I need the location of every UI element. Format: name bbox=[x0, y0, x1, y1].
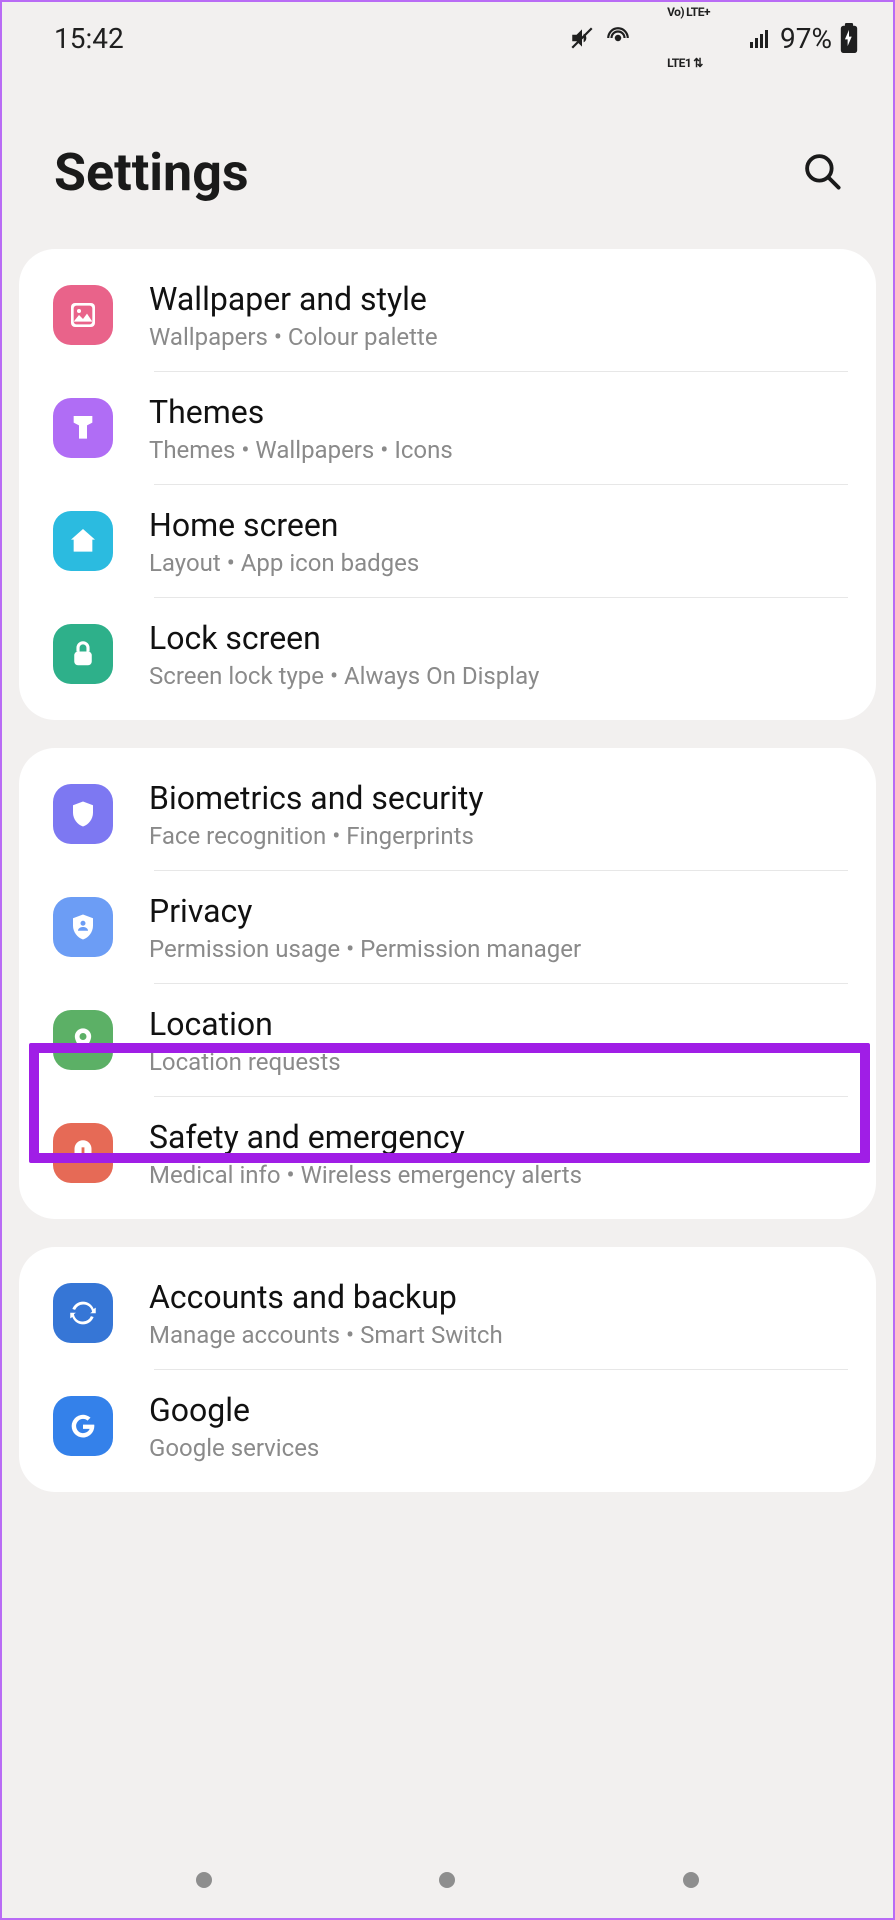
settings-item-wallpaper[interactable]: Wallpaper and style Wallpapers • Colour … bbox=[19, 259, 876, 371]
settings-item-themes[interactable]: Themes Themes • Wallpapers • Icons bbox=[19, 372, 876, 484]
search-icon bbox=[801, 150, 843, 192]
status-bar: 15:42 Vo)LTE+ LTE1⇅ 97% bbox=[2, 2, 893, 74]
settings-item-home-screen[interactable]: Home screen Layout • App icon badges bbox=[19, 485, 876, 597]
sync-icon bbox=[53, 1283, 113, 1343]
item-subtitle: Location requests bbox=[149, 1048, 848, 1076]
settings-item-accounts[interactable]: Accounts and backup Manage accounts • Sm… bbox=[19, 1257, 876, 1369]
status-time: 15:42 bbox=[54, 22, 124, 55]
item-subtitle: Permission usage • Permission manager bbox=[149, 935, 848, 963]
settings-item-lock-screen[interactable]: Lock screen Screen lock type • Always On… bbox=[19, 598, 876, 710]
nav-recents-button[interactable] bbox=[196, 1872, 212, 1888]
home-icon bbox=[53, 511, 113, 571]
item-title: Accounts and backup bbox=[149, 1277, 848, 1317]
location-pin-icon bbox=[53, 1010, 113, 1070]
mute-icon bbox=[569, 25, 595, 51]
item-title: Google bbox=[149, 1390, 848, 1430]
settings-item-location[interactable]: Location Location requests bbox=[19, 984, 876, 1096]
settings-item-safety[interactable]: Safety and emergency Medical info • Wire… bbox=[19, 1097, 876, 1209]
item-title: Location bbox=[149, 1004, 848, 1044]
google-icon bbox=[53, 1396, 113, 1456]
emergency-icon bbox=[53, 1123, 113, 1183]
item-subtitle: Layout • App icon badges bbox=[149, 549, 848, 577]
settings-item-biometrics[interactable]: Biometrics and security Face recognition… bbox=[19, 758, 876, 870]
item-title: Lock screen bbox=[149, 618, 848, 658]
nav-back-button[interactable] bbox=[683, 1872, 699, 1888]
nav-home-button[interactable] bbox=[439, 1872, 455, 1888]
item-title: Safety and emergency bbox=[149, 1117, 848, 1157]
status-right: Vo)LTE+ LTE1⇅ 97% bbox=[569, 0, 858, 89]
item-title: Privacy bbox=[149, 891, 848, 931]
item-title: Wallpaper and style bbox=[149, 279, 848, 319]
search-button[interactable] bbox=[797, 146, 847, 199]
item-subtitle: Manage accounts • Smart Switch bbox=[149, 1321, 848, 1349]
item-subtitle: Face recognition • Fingerprints bbox=[149, 822, 848, 850]
shield-icon bbox=[53, 784, 113, 844]
signal-icon bbox=[748, 26, 772, 50]
header: Settings bbox=[2, 74, 893, 249]
navigation-bar bbox=[2, 1860, 893, 1900]
page-title: Settings bbox=[54, 142, 249, 203]
settings-item-privacy[interactable]: Privacy Permission usage • Permission ma… bbox=[19, 871, 876, 983]
battery-percent: 97% bbox=[780, 22, 832, 55]
item-title: Themes bbox=[149, 392, 848, 432]
settings-group: Wallpaper and style Wallpapers • Colour … bbox=[19, 249, 876, 720]
settings-group: Biometrics and security Face recognition… bbox=[19, 748, 876, 1219]
settings-group: Accounts and backup Manage accounts • Sm… bbox=[19, 1247, 876, 1492]
wallpaper-icon bbox=[53, 285, 113, 345]
hotspot-icon bbox=[605, 25, 631, 51]
battery-charging-icon bbox=[840, 23, 858, 53]
network-type-icon: Vo)LTE+ LTE1⇅ bbox=[641, 0, 738, 89]
item-title: Home screen bbox=[149, 505, 848, 545]
lock-icon bbox=[53, 624, 113, 684]
item-subtitle: Google services bbox=[149, 1434, 848, 1462]
themes-icon bbox=[53, 398, 113, 458]
privacy-shield-icon bbox=[53, 897, 113, 957]
item-subtitle: Themes • Wallpapers • Icons bbox=[149, 436, 848, 464]
item-subtitle: Medical info • Wireless emergency alerts bbox=[149, 1161, 848, 1189]
settings-item-google[interactable]: Google Google services bbox=[19, 1370, 876, 1482]
item-subtitle: Wallpapers • Colour palette bbox=[149, 323, 848, 351]
item-subtitle: Screen lock type • Always On Display bbox=[149, 662, 848, 690]
item-title: Biometrics and security bbox=[149, 778, 848, 818]
